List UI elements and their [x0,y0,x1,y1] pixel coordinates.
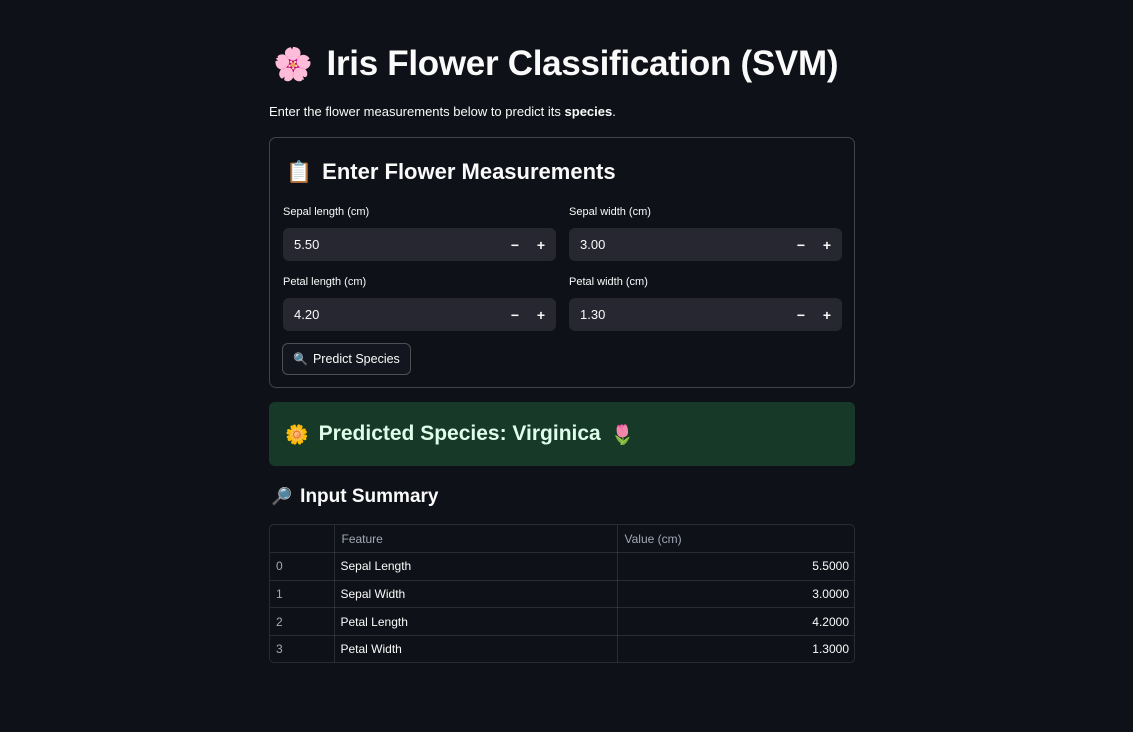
sepal-length-label: Sepal length (cm) [283,206,370,218]
input-summary-heading: 🔎 Input Summary [271,486,438,508]
petal-length-decrement-button[interactable]: − [502,298,528,331]
value-column-header[interactable]: Value (cm) [617,525,854,554]
sepal-length-decrement-button[interactable]: − [502,228,528,261]
sepal-width-increment-button[interactable]: + [814,228,840,261]
sepal-length-increment-button[interactable]: + [528,228,554,261]
petal-width-increment-button[interactable]: + [814,298,840,331]
row-index: 3 [270,635,335,662]
sepal-length-stepper: − + [283,228,556,261]
petal-width-decrement-button[interactable]: − [788,298,814,331]
row-index: 0 [270,552,335,581]
predict-species-button[interactable]: 🔍 Predict Species [282,343,411,375]
feature-cell: Petal Length [334,607,618,636]
page-subtitle: Enter the flower measurements below to p… [269,104,616,119]
petal-length-label: Petal length (cm) [283,276,367,288]
input-summary-table: Feature Value (cm) 0 Sepal Length 5.5000… [269,524,855,663]
subtitle-text: Enter the flower measurements below to p… [269,104,565,119]
prediction-text: Predicted Species: Virginica [318,422,601,445]
page-title: 🌸 Iris Flower Classification (SVM) [273,44,838,84]
tulip-icon: 🌷 [610,423,635,446]
table-header-row: Feature Value (cm) [270,525,854,554]
table-row: 1 Sepal Width 3.0000 [270,580,854,609]
petal-width-field: Petal width (cm) − + [569,276,842,331]
sepal-length-field: Sepal length (cm) − + [283,206,556,261]
row-index: 2 [270,607,335,636]
subtitle-suffix: . [612,104,616,119]
form-title-text: Enter Flower Measurements [322,159,616,184]
form-title: 📋 Enter Flower Measurements [286,159,616,185]
subtitle-bold-text: species [564,104,613,119]
feature-cell: Sepal Length [334,552,618,581]
page-title-text: Iris Flower Classification (SVM) [326,44,839,83]
row-index: 1 [270,580,335,609]
sepal-width-field: Sepal width (cm) − + [569,206,842,261]
sepal-length-input[interactable] [283,237,502,252]
feature-cell: Sepal Width [334,580,618,609]
feature-column-header[interactable]: Feature [334,525,618,554]
input-summary-heading-text: Input Summary [300,486,439,507]
sepal-width-decrement-button[interactable]: − [788,228,814,261]
table-row: 0 Sepal Length 5.5000 [270,552,854,581]
petal-width-label: Petal width (cm) [569,276,648,288]
measurement-form: 📋 Enter Flower Measurements Sepal length… [269,137,855,388]
index-column-header[interactable] [270,525,335,554]
petal-length-increment-button[interactable]: + [528,298,554,331]
petal-length-field: Petal length (cm) − + [283,276,556,331]
sepal-width-input[interactable] [569,237,788,252]
value-cell: 3.0000 [617,580,854,609]
value-cell: 5.5000 [617,552,854,581]
value-cell: 1.3000 [812,642,849,657]
blossom-icon: 🌼 [285,423,309,446]
table-row: 2 Petal Length 4.2000 [270,607,854,636]
petal-width-stepper: − + [569,298,842,331]
magnifier-icon: 🔍 [293,352,308,366]
sepal-width-label: Sepal width (cm) [569,206,651,218]
value-cell: 4.2000 [617,607,854,636]
petal-length-input[interactable] [283,307,502,322]
cherry-blossom-icon: 🌸 [273,45,313,83]
petal-length-stepper: − + [283,298,556,331]
predict-species-label: Predict Species [312,352,400,366]
table-row: 3 Petal Width 1.3000 [270,635,854,662]
clipboard-icon: 📋 [286,159,313,184]
prediction-result: 🌼 Predicted Species: Virginica 🌷 [269,402,855,466]
petal-width-input[interactable] [569,307,788,322]
feature-cell: Petal Width [334,635,618,662]
sepal-width-stepper: − + [569,228,842,261]
magnifying-glass-icon: 🔎 [271,487,293,507]
